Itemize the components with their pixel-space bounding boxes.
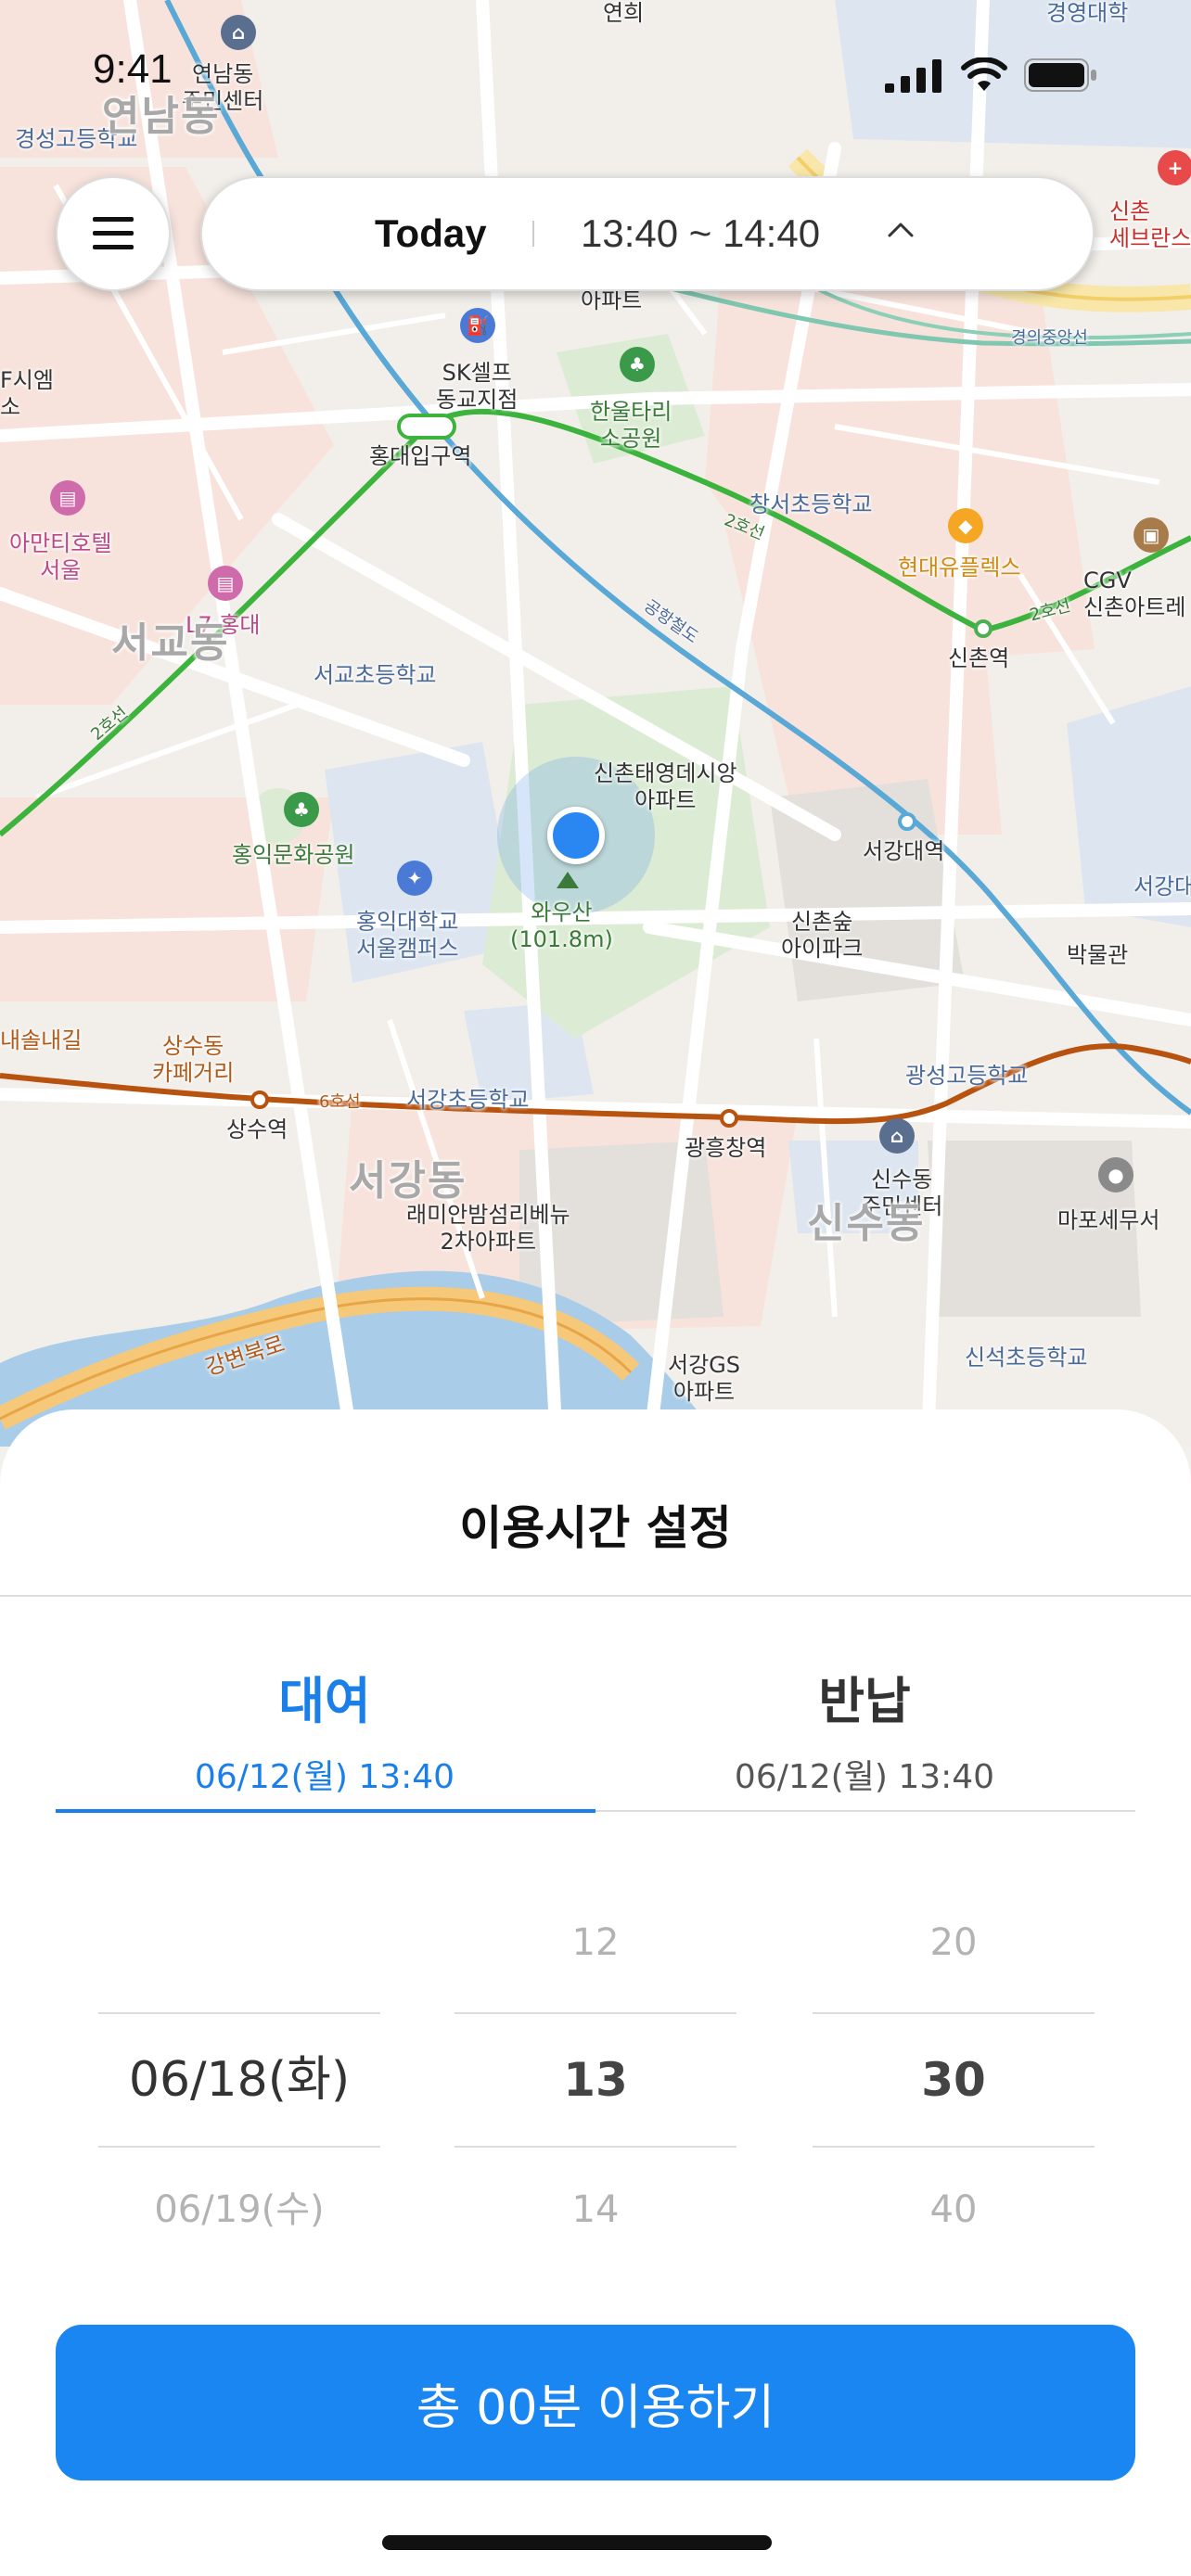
- map-label-sinchon-forest: 신촌숲 아이파크: [781, 909, 864, 962]
- map-label-seogang-dong: 서강동: [349, 1157, 467, 1205]
- date-picker-prev[interactable]: [98, 1901, 380, 1984]
- map-label-gyeongui: 경의중앙선: [1011, 328, 1088, 348]
- station-marker-hongik[interactable]: [397, 414, 456, 440]
- park-icon: ♣: [620, 347, 655, 382]
- map-label-mapo-tax: 마포세무서: [1057, 1207, 1160, 1233]
- sinsu-community-icon: ⌂: [879, 1118, 915, 1154]
- station-marker-gwangheungchang[interactable]: [720, 1109, 738, 1128]
- battery-icon: [1024, 58, 1096, 92]
- map-label-museum: 박물관: [1067, 942, 1129, 968]
- confirm-usage-button[interactable]: 총 00분 이용하기: [56, 2325, 1135, 2480]
- tab-rent-label: 대여: [278, 1672, 371, 1730]
- map-label-amanti-hotel: 아만티호텔 서울: [9, 530, 112, 583]
- map-label-sogang-univ-edge: 서강대: [1133, 874, 1191, 899]
- map-label-seogyo-dong: 서교동: [111, 619, 230, 667]
- map-label-edge-sol: 내솔내길: [0, 1027, 83, 1053]
- minute-picker-next[interactable]: 40: [813, 2168, 1095, 2251]
- date-picker-next[interactable]: 06/19(수): [98, 2168, 380, 2251]
- map-label-cgv: CGV 신촌아트레: [1083, 567, 1186, 620]
- map-label-gwangheungchang-station: 광흥창역: [685, 1135, 767, 1161]
- map-label-hongik-station: 홍대입구역: [369, 443, 472, 469]
- tab-rent-datetime: 06/12(월) 13:40: [194, 1758, 455, 1796]
- hotel-l7-icon: ▤: [208, 566, 243, 601]
- map-label-seogang-elem: 서강초등학교: [406, 1087, 530, 1113]
- station-marker-sogang[interactable]: [898, 812, 916, 831]
- mountain-icon: [557, 872, 579, 888]
- station-marker-sinchon[interactable]: [974, 619, 992, 638]
- hour-picker-wheel[interactable]: 12 13 14: [455, 1901, 736, 2251]
- sheet-title: 이용시간 설정: [459, 1501, 732, 1555]
- map-label-sogang-station: 서강대역: [863, 838, 945, 864]
- map-label-gwangseong-high: 광성고등학교: [905, 1063, 1029, 1089]
- map-label-line6: 6호선: [319, 1092, 361, 1112]
- station-marker-sangsu[interactable]: [250, 1090, 269, 1109]
- time-range-selector[interactable]: Today 13:40 ~ 14:40: [200, 176, 1095, 291]
- date-picker-wheel[interactable]: 06/18(화) 06/19(수): [98, 1901, 380, 2251]
- rental-time-sheet: 이용시간 설정 대여 06/12(월) 13:40 반납 06/12(월) 13…: [0, 1409, 1191, 2576]
- sheet-divider: [0, 1595, 1191, 1597]
- hour-picker-prev[interactable]: 12: [455, 1901, 736, 1984]
- hour-picker-next[interactable]: 14: [455, 2168, 736, 2251]
- map-label-hyundai-uplex: 현대유플렉스: [898, 555, 1021, 580]
- map-label-sangsu-cafe: 상수동 카페거리: [152, 1033, 235, 1086]
- chevron-up-icon[interactable]: [887, 221, 915, 239]
- tab-rent[interactable]: 대여 06/12(월) 13:40: [56, 1660, 594, 1798]
- tax-office-icon: ●: [1098, 1157, 1133, 1192]
- today-label: Today: [375, 211, 487, 255]
- map-label-edge-sinsi: F시엠 소: [0, 367, 54, 420]
- cinema-icon: ▣: [1133, 517, 1169, 553]
- map-label-hongmun-park: 홍익문화공원: [232, 842, 355, 868]
- map-label-sk-gas: SK셀프 동교지점: [436, 360, 519, 413]
- map-label-sinsu-dong: 신수동: [807, 1200, 926, 1247]
- map-label-seogyo-elem: 서교초등학교: [314, 662, 437, 688]
- university-icon: ✦: [397, 861, 432, 896]
- map-label-raemian: 래미안밤섬리베뉴 2차아파트: [406, 1202, 570, 1255]
- shopping-icon: ◆: [948, 508, 983, 543]
- active-tab-indicator: [56, 1809, 596, 1813]
- menu-button[interactable]: [56, 176, 171, 291]
- map-label-hongik-univ: 홍익대학교 서울캠퍼스: [356, 909, 459, 962]
- status-icons: [885, 57, 1098, 93]
- time-range-text: 13:40 ~ 14:40: [581, 211, 821, 255]
- hamburger-menu-icon: [93, 217, 134, 249]
- map-label-sinchon-station: 신촌역: [948, 645, 1010, 671]
- hospital-icon: +: [1158, 150, 1191, 185]
- map-label-sinchon-severance: 신촌 세브란스: [1109, 198, 1191, 251]
- hour-picker-selected[interactable]: 13: [455, 2012, 736, 2148]
- minute-picker-prev[interactable]: 20: [813, 1901, 1095, 1984]
- map-label-hanultari-park: 한울타리 소공원: [590, 399, 672, 452]
- home-indicator[interactable]: [382, 2535, 772, 2550]
- minute-picker-selected[interactable]: 30: [813, 2012, 1095, 2148]
- map-label-sinseok-elem: 신석초등학교: [965, 1345, 1088, 1371]
- wifi-icon: [961, 57, 1007, 91]
- tab-return-label: 반납: [818, 1672, 911, 1730]
- cellular-signal-icon: [885, 59, 941, 93]
- hongmun-park-icon: ♣: [284, 792, 319, 827]
- status-bar: 9:41: [0, 0, 1191, 139]
- minute-picker-wheel[interactable]: 20 30 40: [813, 1901, 1095, 2251]
- hotel-icon: ▤: [50, 480, 85, 516]
- map-label-apartment-top: 아파트: [581, 287, 643, 313]
- date-picker-selected[interactable]: 06/18(화): [98, 2012, 380, 2148]
- status-time: 9:41: [93, 46, 173, 92]
- gas-station-icon: ⛽: [460, 308, 495, 343]
- map-label-sangsu-station: 상수역: [226, 1116, 288, 1142]
- map-label-wausan: 와우산 (101.8m): [510, 899, 613, 952]
- map-label-sinchon-taeyoung: 신촌태영데시앙 아파트: [594, 760, 737, 813]
- pill-divider: [532, 221, 534, 247]
- tab-return-datetime: 06/12(월) 13:40: [734, 1758, 995, 1796]
- map-label-seogang-gs: 서강GS 아파트: [668, 1352, 740, 1405]
- tab-return[interactable]: 반납 06/12(월) 13:40: [596, 1660, 1133, 1798]
- map-label-changseo-elem: 창서초등학교: [749, 491, 873, 517]
- current-location-dot[interactable]: [547, 807, 605, 864]
